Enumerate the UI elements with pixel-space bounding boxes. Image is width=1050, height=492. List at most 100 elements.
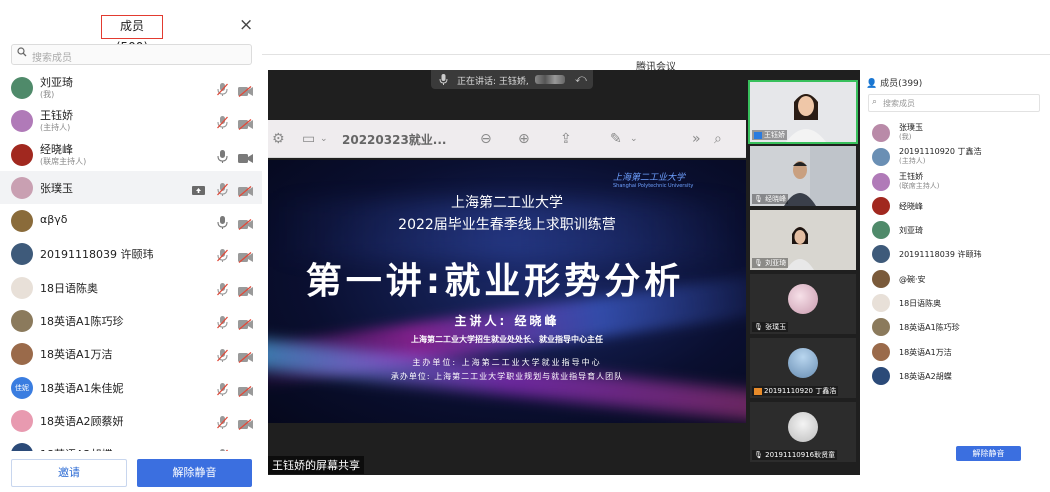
search-icon (17, 47, 27, 60)
member-name: 18英语A1万洁 (899, 347, 952, 357)
member-role: (联席主持人) (40, 156, 87, 166)
camera-off-icon[interactable] (238, 448, 253, 451)
chevron-down-icon[interactable]: ⌄ (630, 134, 638, 144)
more-icon[interactable]: » (692, 131, 701, 147)
chevron-down-icon[interactable]: ⌄ (320, 134, 328, 144)
pen-icon[interactable]: ✎ (610, 131, 622, 147)
meeting-member-row[interactable]: 18英语A1陈巧珍 (862, 314, 1050, 338)
meeting-member-row[interactable]: 经晓峰 (862, 193, 1050, 217)
meeting-member-row[interactable]: 20191110920 丁鑫浩 (主持人) (862, 144, 1050, 168)
mic-muted-icon[interactable] (217, 381, 228, 396)
meeting-member-row[interactable]: 18英语A2胡蝶 (862, 363, 1050, 387)
tile-label: 🎙 经晓峰 (752, 194, 789, 204)
camera-off-icon[interactable] (238, 282, 253, 297)
cohost-badge-icon (754, 387, 762, 395)
mic-muted-icon[interactable] (217, 81, 228, 96)
camera-off-icon[interactable] (238, 82, 253, 97)
member-name: αβγδ (40, 213, 68, 227)
member-row[interactable]: 18日语陈奥 (0, 271, 262, 304)
member-row[interactable]: 王钰娇 (主持人) (0, 104, 262, 137)
screenshot-root: 成员 (500) × 搜索成员 刘亚琦(我)王钰娇(主持人)经晓峰(联席主持人)… (0, 0, 1050, 492)
meeting-member-row[interactable]: 18日语陈奥 (862, 290, 1050, 314)
member-row[interactable]: 18英语A2胡蝶 (0, 437, 262, 451)
avatar (11, 243, 33, 266)
camera-off-icon[interactable] (238, 348, 253, 364)
zoom-out-icon[interactable]: ⊖ (480, 131, 492, 147)
camera-off-icon[interactable] (238, 415, 253, 430)
avatar (872, 269, 890, 288)
screen-share-label: 王钰娇的屏幕共享 (268, 456, 364, 474)
close-icon[interactable]: × (239, 15, 253, 35)
avatar (11, 343, 33, 366)
meeting-member-row[interactable]: 18英语A1万洁 (862, 339, 1050, 363)
meeting-member-row[interactable]: 刘亚琦 (862, 217, 1050, 241)
member-row[interactable]: 18英语A1陈巧珍 (0, 304, 262, 337)
member-name: @碗·安 (899, 274, 926, 284)
member-search-input[interactable]: 搜索成员 (11, 44, 252, 65)
avatar (11, 110, 33, 133)
meeting-member-search-input[interactable]: ⌕ 搜索成员 (868, 94, 1040, 112)
avatar (788, 348, 818, 378)
mic-muted-icon[interactable] (217, 281, 228, 296)
mic-muted-icon[interactable] (217, 247, 228, 263)
member-row[interactable]: 刘亚琦 (我) (0, 71, 262, 104)
mic-muted-icon[interactable] (217, 314, 228, 330)
camera-off-icon[interactable] (238, 215, 253, 231)
logo-text-en: Shanghai Polytechnic University (613, 183, 694, 189)
member-name: 经晓峰 (899, 201, 923, 211)
camera-off-icon[interactable] (238, 115, 253, 131)
presentation-toolbar: ⚙ ▭ ⌄ 20220323就业... ⊖ ⊕ ⇪ ✎ ⌄ » ⌕ (268, 120, 746, 158)
search-icon[interactable]: ⌕ (714, 131, 722, 147)
mic-muted-icon[interactable] (217, 347, 228, 363)
avatar (872, 148, 890, 167)
mic-muted-icon[interactable] (217, 114, 228, 130)
share-icon[interactable]: ⇪ (560, 131, 572, 147)
video-tile[interactable]: 🎙 刘亚琦 (750, 210, 856, 270)
mic-muted-icon[interactable] (217, 447, 228, 451)
video-tile[interactable]: 王钰娇 (748, 80, 858, 144)
meeting-member-list: 张璞玉 (我) 20191110920 丁鑫浩 (主持人) 王钰娇 (联席主持人) 经晓峰刘… (862, 120, 1050, 436)
video-tile[interactable]: 20191110920 丁鑫浩 (750, 338, 856, 398)
collapse-icon[interactable]: ⤺ (575, 72, 587, 86)
member-name: 18英语A2顾蔡妍 (40, 414, 124, 428)
member-row[interactable]: 20191118039 许颐玮 (0, 237, 262, 270)
video-tile[interactable]: 🎙 经晓峰 (750, 146, 856, 206)
sidebar-icon[interactable]: ▭ (302, 131, 315, 147)
meeting-member-row[interactable]: 张璞玉 (我) (862, 120, 1050, 144)
member-name: 18英语A1朱佳妮 (40, 381, 124, 395)
member-name: 18英语A1陈巧珍 (40, 315, 124, 329)
mic-muted-icon[interactable] (217, 414, 228, 429)
member-row[interactable]: 18英语A2顾蔡妍 (0, 404, 262, 437)
member-name: 18英语A2胡蝶 (40, 446, 113, 451)
avatar (11, 409, 33, 432)
avatar (872, 294, 890, 313)
gear-icon[interactable]: ⚙ (272, 131, 285, 147)
member-name: 刘亚琦 (899, 226, 923, 236)
member-row[interactable]: 张璞玉 (0, 170, 262, 205)
meeting-member-row[interactable]: 王钰娇 (联席主持人) (862, 169, 1050, 193)
tile-label: 王钰娇 (752, 130, 787, 140)
mic-icon[interactable] (217, 214, 228, 230)
camera-icon[interactable] (238, 149, 253, 163)
camera-off-icon[interactable] (238, 182, 253, 197)
tile-label: 🎙 张璞玉 (752, 322, 789, 332)
mic-icon[interactable] (217, 148, 228, 163)
invite-button[interactable]: 邀请 (11, 459, 127, 487)
member-row[interactable]: 18英语A1万洁 (0, 337, 262, 370)
meeting-member-row[interactable]: @碗·安 (862, 266, 1050, 290)
member-row[interactable]: αβγδ (0, 204, 262, 237)
meeting-unmute-all-button[interactable]: 解除静音 (956, 446, 1021, 461)
members-panel-header: 成员 (500) × (0, 10, 262, 54)
member-row[interactable]: 佳妮 18英语A1朱佳妮 (0, 371, 262, 404)
unmute-all-button[interactable]: 解除静音 (137, 459, 252, 487)
speaking-indicator: 正在讲话: 王钰娇, ⤺ (431, 70, 593, 89)
video-tile[interactable]: 🎙 张璞玉 (750, 274, 856, 334)
mic-muted-icon[interactable] (217, 181, 228, 196)
camera-off-icon[interactable] (238, 248, 253, 264)
member-row[interactable]: 经晓峰 (联席主持人) (0, 138, 262, 171)
camera-off-icon[interactable] (238, 382, 253, 397)
video-tile[interactable]: 🎙 20191110916耿贤童 (750, 402, 856, 462)
camera-off-icon[interactable] (238, 315, 253, 331)
meeting-member-row[interactable]: 20191118039 许颐玮 (862, 241, 1050, 265)
zoom-in-icon[interactable]: ⊕ (518, 131, 530, 147)
